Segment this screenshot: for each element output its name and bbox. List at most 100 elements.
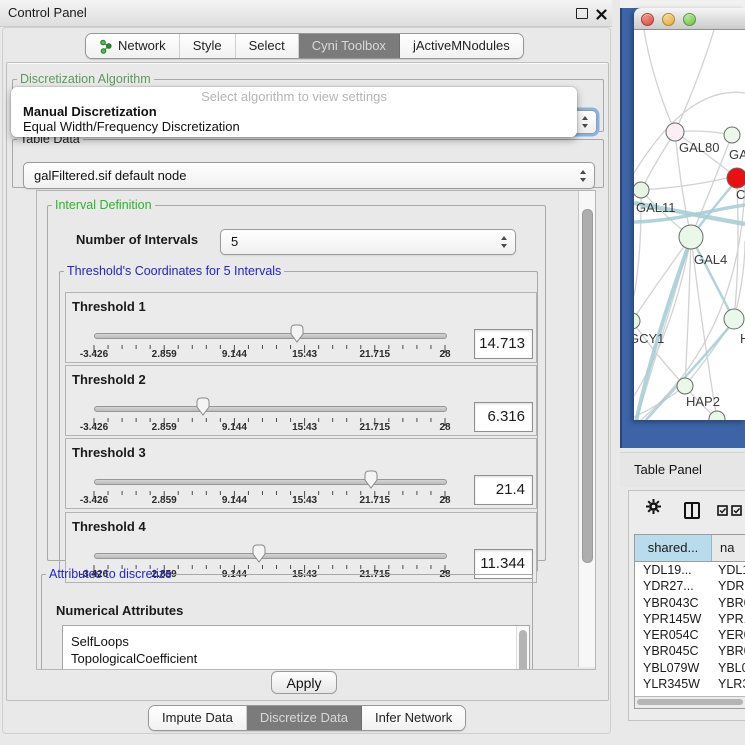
tick-label: 21.715 (360, 495, 391, 506)
tick-label: 2.859 (152, 495, 177, 506)
split-columns-icon[interactable] (684, 502, 700, 519)
table-data-combobox[interactable]: galFiltered.sif default node (23, 162, 595, 189)
table-row[interactable]: YPR145WYPR1 (635, 611, 745, 627)
tick-label: 9.144 (222, 495, 247, 506)
apply-button[interactable]: Apply (271, 671, 337, 694)
tick-label: -3.426 (80, 349, 108, 360)
slider-thumb[interactable] (252, 544, 266, 563)
list-item[interactable]: SelfLoops (71, 633, 529, 650)
mode-tab-discretize-data[interactable]: Discretize Data (247, 706, 362, 730)
tab-jactivemnodules[interactable]: jActiveMNodules (400, 34, 523, 58)
cell-name: YDL1 (711, 562, 745, 578)
cell-shared-name: YDL19... (635, 562, 711, 578)
network-node-label: GAL4 (694, 252, 727, 267)
settings-scrollbar[interactable] (578, 191, 595, 667)
list-item[interactable]: BetweennessCentrality (71, 667, 529, 670)
table-row[interactable]: YER054CYER0 (635, 627, 745, 643)
slider-track[interactable] (94, 333, 447, 339)
table-row[interactable]: YDL19...YDL1 (635, 562, 745, 578)
slider-thumb[interactable] (196, 397, 210, 416)
table-row[interactable]: YDR27...YDR2 (635, 578, 745, 594)
gear-icon[interactable] (645, 498, 662, 520)
algorithm-option-equal-width[interactable]: Equal Width/Frequency Discretization (23, 119, 240, 135)
settings-scrollpane: Interval Definition Number of Intervals … (36, 190, 596, 670)
tab-select[interactable]: Select (236, 34, 299, 58)
number-of-intervals-combobox[interactable]: 5 (220, 229, 516, 255)
slider-track[interactable] (94, 479, 447, 485)
slider-track[interactable] (94, 553, 447, 559)
interval-definition-group: Interval Definition Number of Intervals … (47, 198, 546, 561)
tick-label: 15.43 (292, 422, 317, 433)
node-table-header[interactable]: shared... na (635, 535, 745, 562)
close-icon[interactable] (596, 7, 607, 18)
network-node[interactable] (666, 123, 684, 141)
network-canvas[interactable]: GAL80GACGAL11GAL4GCY1HHAP2 (634, 30, 745, 420)
slider-thumb[interactable] (364, 470, 378, 489)
settings-scrollbar-thumb[interactable] (582, 209, 593, 563)
column-header-shared-name[interactable]: shared... (635, 535, 712, 561)
table-row[interactable]: YLR345WYLR3 (635, 676, 745, 692)
network-window-titlebar[interactable] (634, 8, 745, 30)
slider-track[interactable] (94, 406, 447, 412)
threshold-value-field[interactable]: 21.4 (474, 475, 533, 505)
tick-label: 9.144 (222, 349, 247, 360)
network-node-label: GA (729, 147, 745, 162)
table-data-group: Table Data galFiltered.sif default node (12, 132, 604, 188)
network-node[interactable] (724, 309, 744, 329)
checked-column-icon[interactable] (731, 503, 742, 521)
table-data-selected: galFiltered.sif default node (34, 163, 186, 188)
algorithm-option-manual[interactable]: Manual Discretization (23, 104, 157, 120)
threshold-value-field[interactable]: 14.713 (474, 329, 533, 359)
control-panel-titlebar: Control Panel (0, 0, 612, 27)
numerical-attributes-list[interactable]: SelfLoopsTopologicalCoefficientBetweenne… (62, 625, 530, 670)
mode-tab-impute-data[interactable]: Impute Data (149, 706, 247, 730)
network-node[interactable] (679, 225, 703, 249)
numerical-attributes-label: Numerical Attributes (56, 603, 183, 618)
cell-name: YLR3 (711, 676, 745, 692)
table-row[interactable]: YBR045CYBR0 (635, 643, 745, 659)
column-header-name[interactable]: na (712, 535, 745, 561)
slider-thumb[interactable] (290, 324, 304, 343)
tick-label: 2.859 (152, 422, 177, 433)
table-panel-titlebar: Table Panel (620, 452, 745, 487)
cell-shared-name: YBL079W (635, 660, 711, 676)
tab-style[interactable]: Style (180, 34, 236, 58)
algorithm-dropdown-popup: Select algorithm to view settings Manual… (11, 87, 577, 137)
spinner-arrows-icon (501, 236, 508, 248)
number-of-intervals-label: Number of Intervals (76, 230, 198, 250)
network-node[interactable] (724, 127, 740, 143)
network-node[interactable] (634, 313, 640, 329)
minimize-traffic-light-icon[interactable] (662, 13, 675, 26)
tick-label: 28 (439, 349, 450, 360)
table-row[interactable]: YBR043CYBR0 (635, 595, 745, 611)
number-of-intervals-value: 5 (231, 230, 238, 253)
table-hscroll-thumb[interactable] (637, 699, 743, 705)
float-window-icon[interactable] (576, 8, 588, 19)
network-node[interactable] (677, 378, 693, 394)
threshold-label: Threshold 3 (72, 445, 146, 460)
zoom-traffic-light-icon[interactable] (683, 13, 696, 26)
network-node-label: HAP2 (686, 394, 720, 409)
checked-column-icon[interactable] (717, 503, 728, 521)
network-node[interactable] (727, 168, 745, 188)
table-row[interactable]: YIL052CYIL0 (635, 692, 745, 694)
table-horizontal-scrollbar[interactable] (635, 696, 745, 708)
list-item[interactable]: TopologicalCoefficient (71, 650, 529, 667)
threshold-label: Threshold 4 (72, 519, 146, 534)
threshold-value-field[interactable]: 6.316 (474, 402, 533, 432)
tick-label: 15.43 (292, 495, 317, 506)
mode-tab-infer-network[interactable]: Infer Network (362, 706, 465, 730)
network-node[interactable] (709, 411, 725, 420)
network-node-label: GAL11 (636, 200, 676, 215)
attributes-list-scrollbar[interactable] (516, 626, 529, 670)
cell-shared-name: YBR045C (635, 643, 711, 659)
threshold-label: Threshold 1 (72, 299, 146, 314)
tab-network[interactable]: Network (86, 34, 180, 58)
table-row[interactable]: YBL079WYBL0 (635, 660, 745, 676)
tab-cyni-toolbox[interactable]: Cyni Toolbox (299, 34, 400, 58)
tab-label: Impute Data (162, 707, 233, 729)
network-icon (99, 39, 112, 54)
network-node[interactable] (634, 182, 649, 198)
close-traffic-light-icon[interactable] (641, 13, 654, 26)
thresholds-group-title: Threshold's Coordinates for 5 Intervals (64, 264, 284, 278)
